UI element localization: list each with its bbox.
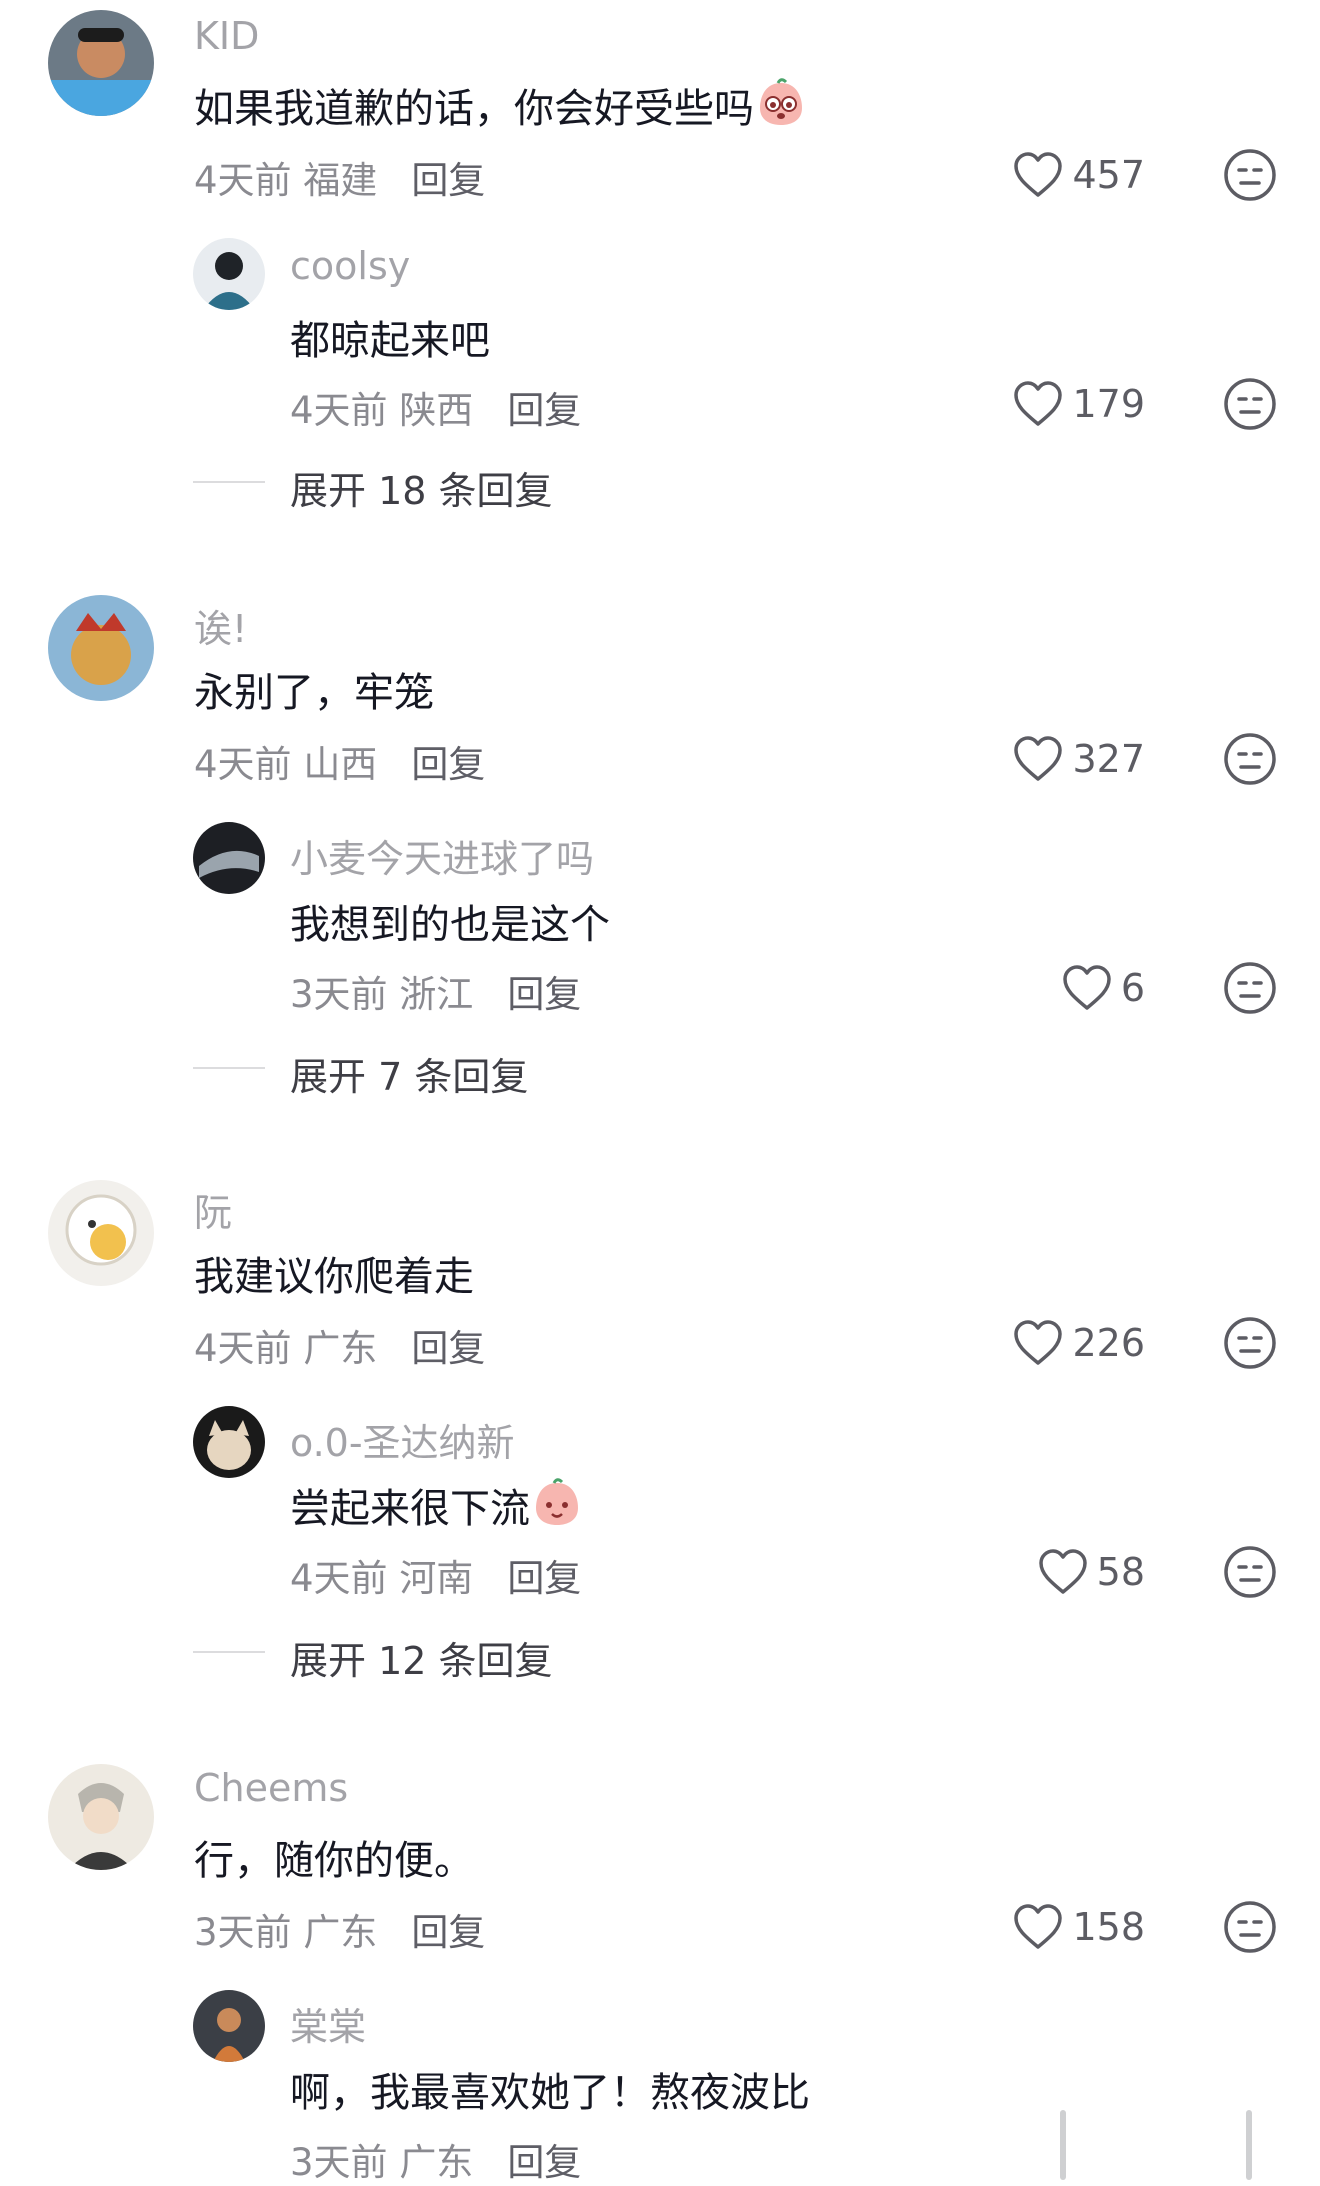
- avatar[interactable]: [48, 10, 154, 116]
- dislike-icon[interactable]: [1222, 960, 1278, 1016]
- avatar[interactable]: [193, 1406, 265, 1478]
- comment-username[interactable]: 阮: [194, 1182, 232, 1237]
- reply-text: 我想到的也是这个: [290, 902, 610, 948]
- heart-icon: [1014, 736, 1063, 781]
- heart-icon: [1014, 381, 1063, 426]
- reply-text: 啊，我最喜欢她了！熬夜波比: [290, 2070, 810, 2116]
- like-button[interactable]: 327: [1012, 729, 1145, 789]
- avatar[interactable]: [48, 1764, 154, 1870]
- reply-text: 都晾起来吧: [290, 318, 490, 364]
- like-button[interactable]: 158: [1012, 1897, 1145, 1957]
- reply-button[interactable]: 回复: [507, 389, 581, 432]
- reply-username[interactable]: 棠棠: [290, 1996, 366, 2051]
- dislike-icon[interactable]: [1222, 1315, 1278, 1371]
- avatar[interactable]: [193, 238, 265, 310]
- expand-replies-button[interactable]: 展开 12 条回复: [290, 1630, 553, 1685]
- like-count: 457: [1072, 153, 1145, 197]
- heart-icon: [1063, 965, 1111, 1010]
- reply-meta: 3天前 浙江 回复: [290, 973, 582, 1016]
- like-count: 58: [1096, 1550, 1145, 1594]
- comment-text: 如果我道歉的话，你会好受些吗: [194, 76, 806, 138]
- like-count: 6: [1120, 966, 1145, 1010]
- comment-meta: 3天前 广东 回复: [194, 1911, 486, 1954]
- dislike-icon[interactable]: [1222, 1899, 1278, 1955]
- avatar[interactable]: [193, 822, 265, 894]
- expand-replies-button[interactable]: 展开 18 条回复: [290, 460, 553, 515]
- like-button[interactable]: 179: [1012, 374, 1145, 434]
- divider: [193, 481, 265, 483]
- blush-emoji-icon: [756, 78, 806, 138]
- divider: [193, 1067, 265, 1069]
- reply-username[interactable]: o.0-圣达纳新: [290, 1412, 515, 1467]
- reply-button[interactable]: 回复: [507, 1557, 581, 1600]
- blush-emoji-icon: [532, 1478, 582, 1538]
- like-button[interactable]: 58: [1037, 1542, 1145, 1602]
- reply-button[interactable]: 回复: [507, 973, 581, 1016]
- like-count: 158: [1072, 1905, 1145, 1949]
- like-button[interactable]: 6: [1061, 958, 1145, 1018]
- expand-replies-button[interactable]: 展开 7 条回复: [290, 1046, 528, 1101]
- reply-button[interactable]: 回复: [507, 2141, 581, 2184]
- dislike-icon[interactable]: [1222, 731, 1278, 787]
- dislike-icon[interactable]: [1222, 1544, 1278, 1600]
- heart-icon: [1038, 1549, 1087, 1594]
- heart-icon: [1014, 1904, 1063, 1949]
- reply-text: 尝起来很下流: [290, 1476, 582, 1538]
- reply-meta: 4天前 河南 回复: [290, 1557, 582, 1600]
- comment-username[interactable]: KID: [194, 14, 259, 58]
- comment-text: 永别了，牢笼: [194, 670, 434, 716]
- avatar[interactable]: [48, 595, 154, 701]
- reply-button[interactable]: 回复: [411, 1327, 485, 1370]
- comment-username[interactable]: Cheems: [194, 1766, 348, 1810]
- reply-button[interactable]: 回复: [411, 159, 485, 202]
- divider: [193, 1651, 265, 1653]
- like-count: 226: [1072, 1321, 1145, 1365]
- comment-meta: 4天前 广东 回复: [194, 1327, 486, 1370]
- heart-icon: [1014, 152, 1063, 197]
- reply-username[interactable]: coolsy: [290, 244, 410, 288]
- avatar[interactable]: [48, 1180, 154, 1286]
- comment-text: 行，随你的便。: [194, 1838, 474, 1884]
- like-button[interactable]: 457: [1012, 145, 1145, 205]
- scroll-indicator[interactable]: [1060, 2110, 1066, 2180]
- scroll-indicator[interactable]: [1246, 2110, 1252, 2180]
- reply-button[interactable]: 回复: [411, 1911, 485, 1954]
- comment-username[interactable]: 诶!: [194, 598, 247, 653]
- heart-icon: [1014, 1320, 1063, 1365]
- dislike-icon[interactable]: [1222, 147, 1278, 203]
- comment-meta: 4天前 山西 回复: [194, 743, 486, 786]
- comment-text: 我建议你爬着走: [194, 1254, 474, 1300]
- reply-meta: 4天前 陕西 回复: [290, 389, 582, 432]
- avatar[interactable]: [193, 1990, 265, 2062]
- reply-meta: 3天前 广东 回复: [290, 2141, 582, 2184]
- dislike-icon[interactable]: [1222, 376, 1278, 432]
- like-count: 179: [1072, 382, 1145, 426]
- reply-button[interactable]: 回复: [411, 743, 485, 786]
- like-count: 327: [1072, 737, 1145, 781]
- comment-meta: 4天前 福建 回复: [194, 159, 486, 202]
- like-button[interactable]: 226: [1012, 1313, 1145, 1373]
- reply-username[interactable]: 小麦今天进球了吗: [290, 828, 594, 883]
